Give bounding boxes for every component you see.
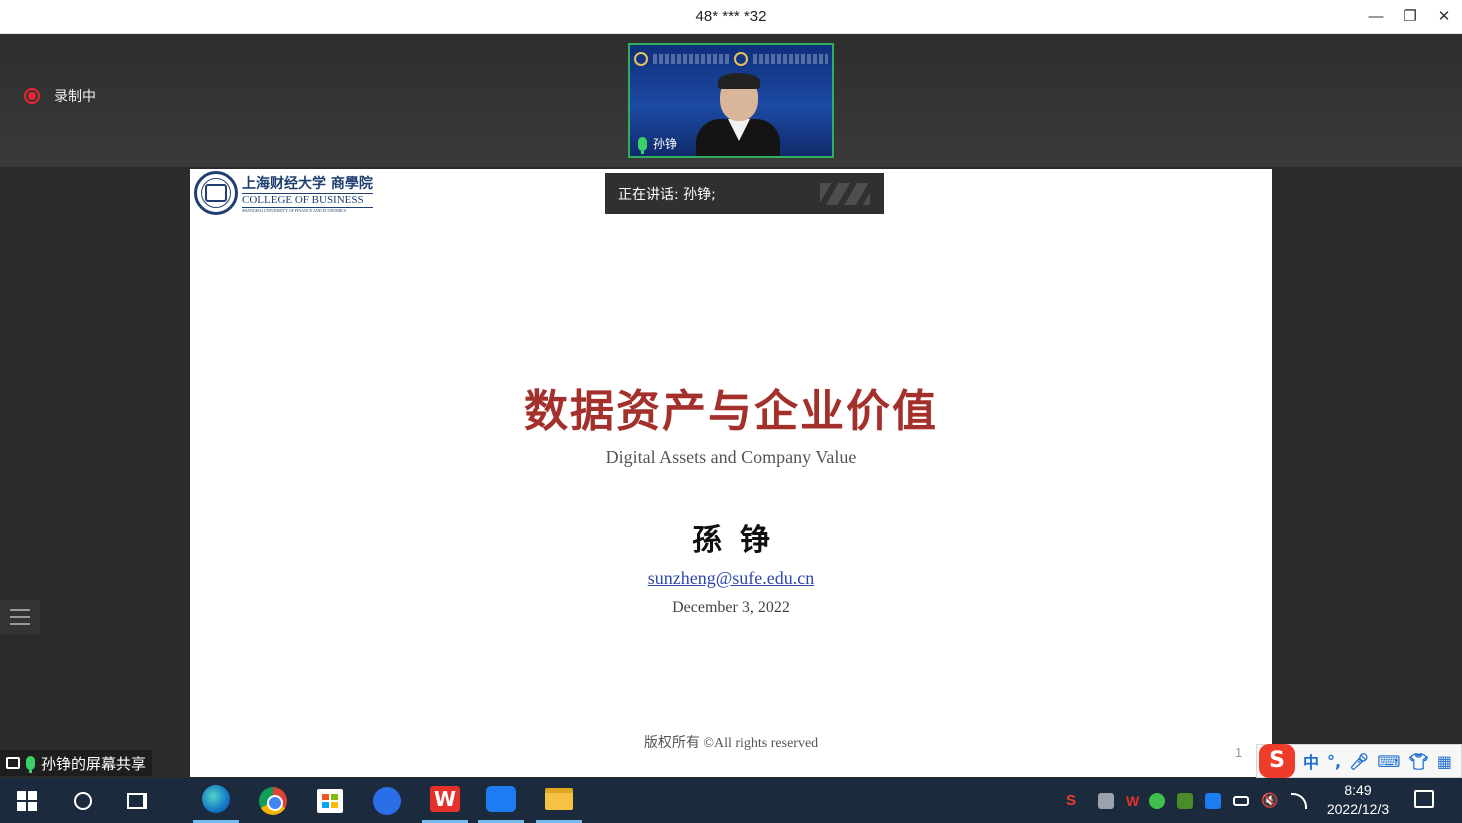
- feishu-icon: [373, 786, 401, 815]
- author-email-link[interactable]: sunzheng@sufe.edu.cn: [190, 568, 1272, 589]
- grid-icon[interactable]: ▦: [1437, 752, 1452, 771]
- now-speaking-label: 正在讲话: 孙铮;: [618, 186, 716, 203]
- taskbar-edge[interactable]: [193, 778, 239, 823]
- notification-center-icon[interactable]: [1414, 790, 1434, 808]
- mic-icon[interactable]: 🎤︎: [1349, 752, 1369, 771]
- windows-logo-icon: [17, 790, 37, 811]
- tray-tencent-meeting-icon[interactable]: [1205, 792, 1222, 809]
- folder-icon: [545, 788, 573, 810]
- chrome-icon: [259, 786, 287, 815]
- screen-share-owner: 孙铮的屏幕共享: [41, 754, 147, 773]
- speaker-name: 孙铮: [653, 137, 678, 151]
- list-line: [10, 616, 30, 618]
- volume-muted-icon[interactable]: 🔇: [1261, 792, 1278, 809]
- slide-page-number: 1: [1235, 745, 1243, 760]
- list-line: [10, 623, 30, 625]
- mic-icon: [26, 756, 35, 773]
- search-button[interactable]: [60, 778, 106, 823]
- tencent-meeting-icon: [486, 786, 516, 812]
- restore-button[interactable]: ❐: [1398, 6, 1422, 28]
- tray-wechat-icon[interactable]: [1149, 792, 1166, 809]
- taskbar-feishu[interactable]: [364, 778, 410, 823]
- background-banner: [634, 49, 828, 69]
- logo-text: 上海财经大学 商學院 COLLEGE OF BUSINESS SHANGHAI …: [242, 173, 373, 213]
- edge-icon: [202, 785, 230, 813]
- logo-chinese: 上海财经大学 商學院: [242, 176, 373, 192]
- taskbar-store[interactable]: [307, 778, 353, 823]
- task-view-icon: [127, 792, 147, 809]
- minimize-button[interactable]: —: [1364, 6, 1388, 28]
- taskbar-chrome[interactable]: [250, 778, 296, 823]
- window-title: 48* *** *32: [695, 8, 767, 25]
- ime-toolbar[interactable]: S 中 °, 🎤︎ ⌨︎ 👕︎ ▦: [1256, 744, 1462, 778]
- taskbar-file-explorer[interactable]: [536, 778, 582, 823]
- banner-text: [653, 54, 729, 64]
- slide-copyright: 版权所有 ©All rights reserved: [643, 736, 819, 751]
- search-circle-icon: [74, 791, 92, 810]
- tray-sogou-icon[interactable]: S: [1066, 792, 1076, 809]
- now-speaking-banner: 正在讲话: 孙铮;: [605, 173, 884, 214]
- screen-share-label: 孙铮的屏幕共享: [0, 750, 153, 776]
- keyboard-icon[interactable]: ⌨︎: [1377, 752, 1400, 771]
- speaker-name-tag: 孙铮: [638, 135, 678, 154]
- speaker-video: [692, 73, 784, 156]
- meeting-header: 录制中 孙铮: [0, 34, 1462, 167]
- ime-language-toggle[interactable]: 中: [1303, 749, 1319, 773]
- close-button[interactable]: ✕: [1432, 6, 1456, 28]
- banner-logo-icon: [634, 52, 648, 66]
- logo-subtitle: SHANGHAI UNIVERSITY OF FINANCE AND ECONO…: [242, 208, 347, 213]
- presentation-slide: 上海财经大学 商學院 COLLEGE OF BUSINESS SHANGHAI …: [190, 169, 1272, 777]
- seal-emblem: [205, 184, 227, 202]
- slide-subtitle: Digital Assets and Company Value: [605, 447, 857, 467]
- tray-nvidia-icon[interactable]: [1177, 792, 1194, 809]
- recording-indicator[interactable]: 录制中: [24, 86, 96, 106]
- taskbar-tencent-meeting[interactable]: [478, 778, 524, 823]
- meeting-window: 48* *** *32 — ❐ ✕ 录制中 孙铮 上海财经大学 商學院 COLL…: [0, 0, 1462, 823]
- recording-label: 录制中: [54, 89, 96, 105]
- task-view-button[interactable]: [114, 778, 160, 823]
- taskbar-clock[interactable]: 8:49 2022/12/3: [1318, 781, 1398, 819]
- system-tray: S W 🔇: [1066, 778, 1307, 823]
- battery-icon[interactable]: [1233, 795, 1250, 806]
- wps-icon: W: [430, 786, 460, 812]
- logo-english: COLLEGE OF BUSINESS: [242, 193, 373, 208]
- screen-share-icon: [6, 757, 20, 769]
- ime-punctuation-toggle[interactable]: °,: [1327, 752, 1341, 771]
- list-line: [10, 609, 30, 611]
- slide-author: 孫铮: [692, 523, 788, 558]
- shared-screen-area: 上海财经大学 商學院 COLLEGE OF BUSINESS SHANGHAI …: [0, 167, 1462, 777]
- start-button[interactable]: [4, 778, 50, 823]
- mic-icon: [638, 136, 647, 154]
- sogou-logo-icon[interactable]: S: [1259, 744, 1295, 778]
- speaker-hair: [718, 73, 760, 89]
- slide-title: 数据资产与企业价值: [524, 386, 938, 437]
- banner-logo-icon: [733, 52, 748, 66]
- college-logo: 上海财经大学 商學院 COLLEGE OF BUSINESS SHANGHAI …: [194, 171, 373, 215]
- store-icon: [317, 788, 343, 813]
- tray-shield-icon[interactable]: [1098, 792, 1115, 809]
- taskbar-wps[interactable]: W: [422, 778, 468, 823]
- clock-time: 8:49: [1344, 782, 1372, 798]
- record-icon: [24, 88, 40, 104]
- list-menu-button[interactable]: [0, 600, 40, 634]
- wifi-icon[interactable]: [1290, 792, 1307, 809]
- tray-wps-icon[interactable]: W: [1126, 793, 1139, 809]
- slide-date: December 3, 2022: [672, 599, 790, 616]
- brand-watermark-icon: [820, 183, 870, 205]
- shirt-icon[interactable]: 👕︎: [1409, 752, 1429, 771]
- clock-date: 2022/12/3: [1326, 801, 1390, 817]
- title-bar: 48* *** *32 — ❐ ✕: [0, 0, 1462, 34]
- university-seal-icon: [194, 171, 238, 215]
- speaker-video-tile[interactable]: 孙铮: [628, 43, 834, 158]
- banner-text: [752, 54, 828, 64]
- windows-taskbar: W S W 🔇 8:49 2022/12/3: [0, 778, 1462, 823]
